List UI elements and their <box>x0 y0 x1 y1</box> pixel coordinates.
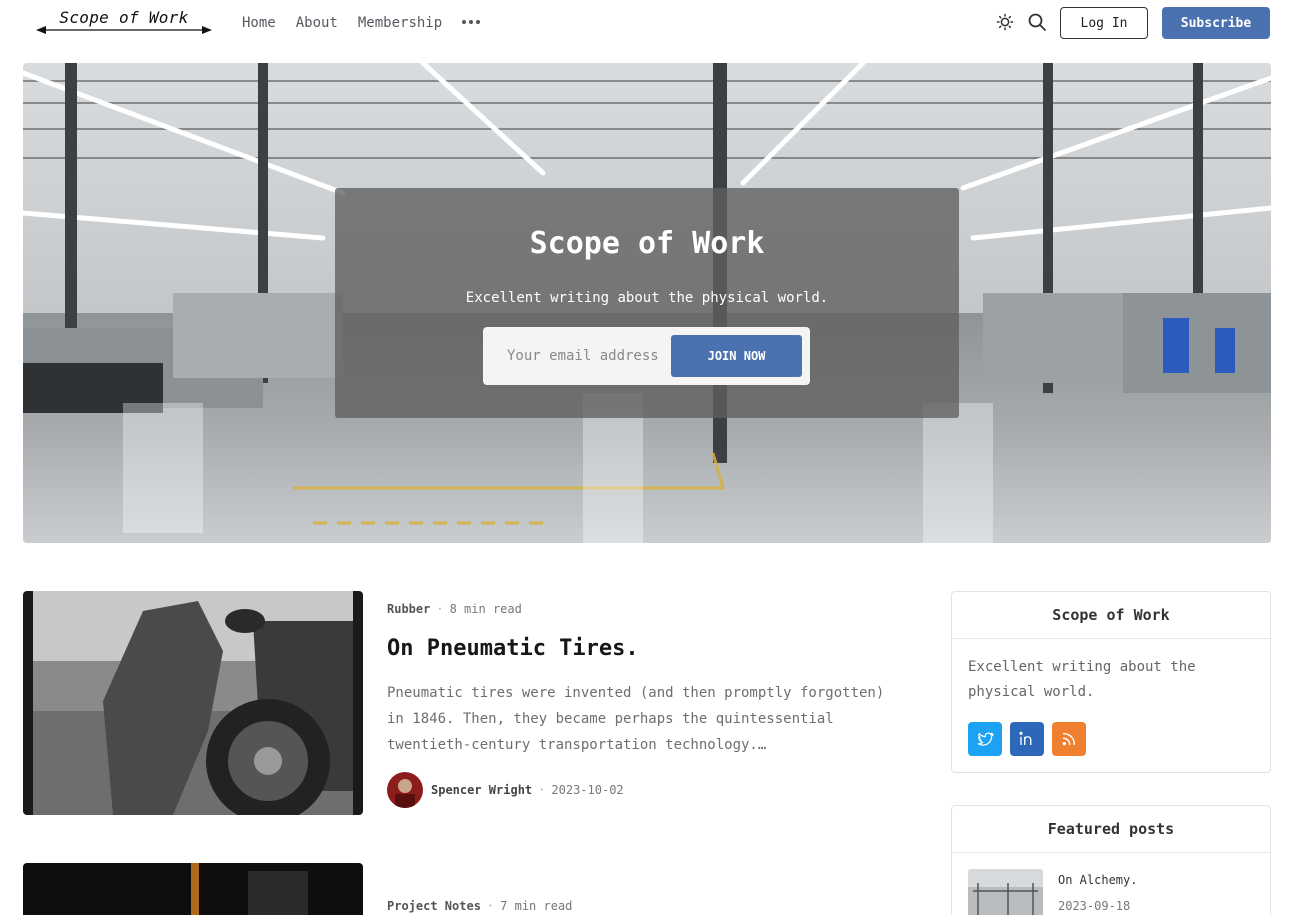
join-now-button[interactable]: JOIN NOW <box>671 335 802 377</box>
nav-about[interactable]: About <box>296 14 338 32</box>
hero-title: Scope of Work <box>529 226 765 261</box>
about-card: Scope of Work Excellent writing about th… <box>951 591 1271 773</box>
more-menu-icon[interactable] <box>462 20 480 26</box>
hero-signup-panel: Scope of Work Excellent writing about th… <box>335 188 959 418</box>
project-notes-photo <box>191 863 308 915</box>
post-tag[interactable]: Rubber <box>387 602 430 616</box>
featured-post-title[interactable]: On Alchemy. <box>1058 873 1137 887</box>
post-title[interactable]: On Pneumatic Tires. <box>387 636 639 661</box>
rss-icon[interactable] <box>1052 722 1086 756</box>
featured-post-date: 2023-09-18 <box>1058 899 1131 913</box>
featured-posts-card: Featured posts On Alchemy. 2023-09-18 <box>951 805 1271 915</box>
linkedin-icon[interactable] <box>1010 722 1044 756</box>
hero-banner: Scope of Work Excellent writing about th… <box>23 63 1271 543</box>
twitter-icon[interactable] <box>968 722 1002 756</box>
post-tag[interactable]: Project Notes <box>387 899 481 913</box>
read-time: 7 min read <box>500 899 573 913</box>
post-image-project-notes[interactable] <box>23 863 363 915</box>
about-card-description: Excellent writing about the physical wor… <box>968 659 1196 700</box>
featured-post-image[interactable] <box>968 869 1043 915</box>
post-date: 2023-10-02 <box>551 783 624 797</box>
post-excerpt: Pneumatic tires were invented (and then … <box>387 685 885 753</box>
email-input[interactable] <box>491 335 671 377</box>
main-nav: Home About Membership <box>242 14 462 32</box>
about-card-title: Scope of Work <box>952 592 1270 639</box>
hero-description: Excellent writing about the physical wor… <box>465 290 829 306</box>
tire-photo <box>33 591 353 815</box>
post-author: Spencer Wright · 2023-10-02 <box>387 772 624 808</box>
site-logo[interactable]: Scope of Work <box>36 6 212 36</box>
post-meta: Project Notes · 7 min read <box>387 899 573 913</box>
read-time: 8 min read <box>449 602 522 616</box>
login-button[interactable]: Log In <box>1060 7 1148 39</box>
signup-form: JOIN NOW <box>483 327 810 385</box>
nav-home[interactable]: Home <box>242 14 276 32</box>
author-avatar[interactable] <box>387 772 423 808</box>
post-meta: Rubber · 8 min read <box>387 602 522 616</box>
site-header: Scope of Work Home About Membership Log … <box>0 0 1310 46</box>
nav-membership[interactable]: Membership <box>358 14 442 32</box>
author-name[interactable]: Spencer Wright <box>431 783 532 797</box>
post-image-tires[interactable] <box>23 591 363 815</box>
search-icon[interactable] <box>1027 12 1047 32</box>
theme-toggle-icon[interactable] <box>995 12 1015 32</box>
subscribe-button[interactable]: Subscribe <box>1162 7 1270 39</box>
featured-posts-title: Featured posts <box>952 806 1270 853</box>
logo-arrow-icon <box>36 26 212 34</box>
